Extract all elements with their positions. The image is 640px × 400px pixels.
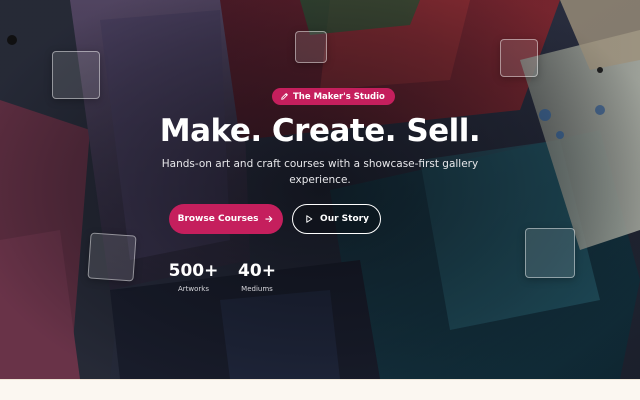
- stat-label: Artworks: [178, 285, 209, 293]
- arrow-right-icon: [265, 215, 273, 223]
- stat-value: 40+: [238, 261, 276, 281]
- our-story-label: Our Story: [320, 214, 369, 224]
- browse-courses-button[interactable]: Browse Courses: [169, 204, 283, 234]
- our-story-button[interactable]: Our Story: [292, 204, 381, 234]
- page: The Maker's Studio Make. Create. Sell. H…: [0, 0, 640, 400]
- stat-label: Mediums: [241, 285, 273, 293]
- studio-badge-label: The Maker's Studio: [293, 91, 385, 102]
- stat-value: 500+: [168, 261, 219, 281]
- hero-content: The Maker's Studio Make. Create. Sell. H…: [0, 0, 640, 379]
- page-title: Make. Create. Sell.: [159, 113, 481, 149]
- browse-courses-label: Browse Courses: [177, 214, 259, 224]
- stat-artworks: 500+ Artworks: [166, 261, 221, 295]
- pencil-icon: [281, 93, 288, 100]
- stat-mediums: 40+ Mediums: [233, 261, 281, 295]
- next-section-edge: [0, 379, 640, 400]
- hero-subtitle: Hands-on art and craft courses with a sh…: [161, 158, 479, 186]
- play-icon: [306, 215, 313, 223]
- hero-section: The Maker's Studio Make. Create. Sell. H…: [0, 0, 640, 379]
- studio-badge: The Maker's Studio: [272, 88, 395, 105]
